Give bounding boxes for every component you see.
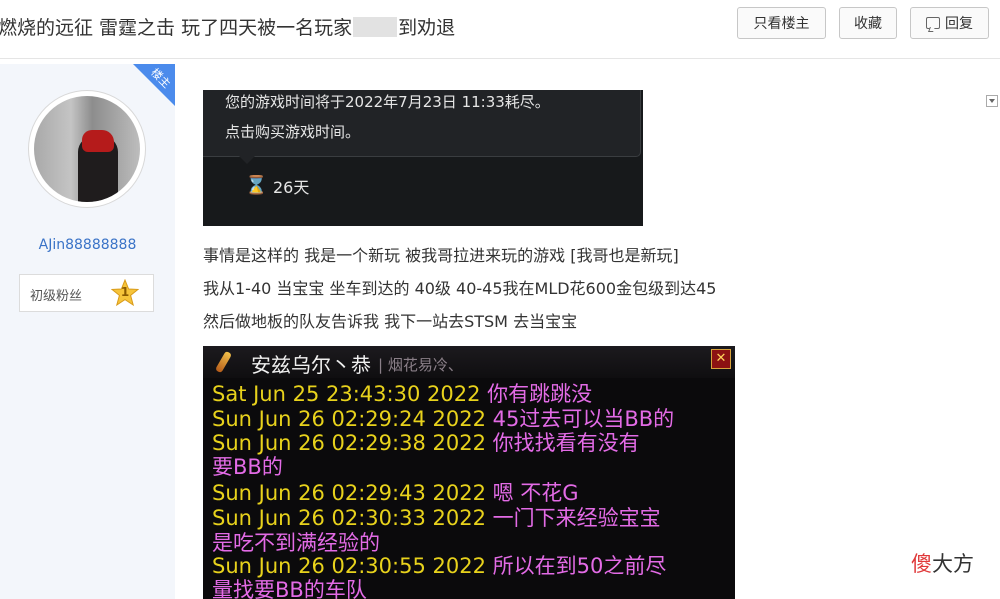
author-name-link[interactable]: AJin88888888 bbox=[0, 237, 175, 253]
remaining-days: 26天 bbox=[273, 178, 310, 197]
tooltip-line-2: 点击购买游戏时间。 bbox=[225, 123, 361, 141]
game-time-screenshot: 您的游戏时间将于2022年7月23日 11:33耗尽。 点击购买游戏时间。 ⌛ … bbox=[203, 90, 643, 226]
post-paragraph: 我从1-40 当宝宝 坐车到达的 40级 40-45我在MLD花600金包级到达… bbox=[203, 279, 717, 298]
chat-message: 是吃不到满经验的 bbox=[212, 531, 380, 555]
chat-line: 要BB的 bbox=[212, 455, 283, 479]
thread-title: 燃烧的远征 雷霆之击 玩了四天被一名玩家 到劝退 bbox=[0, 13, 455, 40]
post-paragraph: 然后做地板的队友告诉我 我下一站去STSM 去当宝宝 bbox=[203, 312, 578, 331]
post-paragraph: 事情是这样的 我是一个新玩 被我哥拉进来玩的游戏 [我哥也是新玩] bbox=[203, 246, 679, 265]
chat-line: Sun Jun 26 02:29:24 2022 45过去可以当BB的 bbox=[212, 407, 674, 431]
chat-line: 量找要BB的车队 bbox=[212, 578, 367, 599]
redacted-name bbox=[353, 17, 398, 37]
owner-only-button[interactable]: 只看楼主 bbox=[737, 7, 826, 39]
chat-line: Sun Jun 26 02:29:38 2022 你找找看有没有 bbox=[212, 431, 640, 455]
watermark: 傻大方 bbox=[911, 548, 974, 578]
chat-message: 一门下来经验宝宝 bbox=[492, 506, 661, 530]
game-time-tooltip: 您的游戏时间将于2022年7月23日 11:33耗尽。 点击购买游戏时间。 bbox=[203, 90, 641, 157]
fan-level-badge[interactable]: 初级粉丝 1 bbox=[19, 274, 154, 312]
chat-message: 你找找看有没有 bbox=[492, 431, 640, 455]
avatar[interactable] bbox=[29, 91, 145, 207]
chat-timestamp: Sat Jun 25 23:43:30 2022 bbox=[212, 382, 488, 406]
chat-message: 你有跳跳没 bbox=[487, 382, 593, 406]
reply-icon bbox=[926, 17, 940, 29]
thread-header: 燃烧的远征 雷霆之击 玩了四天被一名玩家 到劝退 只看楼主 收藏 回复 bbox=[0, 0, 1000, 59]
reply-button[interactable]: 回复 bbox=[910, 7, 989, 39]
avatar-photo bbox=[34, 96, 140, 202]
fan-level-number: 1 bbox=[120, 285, 130, 299]
tooltip-line-1: 您的游戏时间将于2022年7月23日 11:33耗尽。 bbox=[225, 93, 550, 111]
thread-title-end: 到劝退 bbox=[398, 17, 456, 39]
chat-timestamp: Sun Jun 26 02:29:24 2022 bbox=[212, 407, 493, 431]
chat-timestamp: Sun Jun 26 02:29:38 2022 bbox=[212, 431, 493, 455]
favorite-button[interactable]: 收藏 bbox=[839, 7, 897, 39]
chat-timestamp: Sun Jun 26 02:29:43 2022 bbox=[212, 481, 493, 505]
fan-level-label: 初级粉丝 bbox=[30, 289, 83, 304]
chat-line: Sun Jun 26 02:30:33 2022 一门下来经验宝宝 bbox=[212, 506, 661, 530]
chat-message: 45过去可以当BB的 bbox=[492, 407, 675, 431]
chat-line: Sat Jun 25 23:43:30 2022 你有跳跳没 bbox=[212, 382, 592, 406]
reply-label: 回复 bbox=[945, 16, 973, 32]
chat-message: 嗯 不花G bbox=[492, 481, 579, 505]
owner-badge: 楼主 bbox=[133, 64, 175, 106]
watermark-part-1: 傻 bbox=[911, 552, 932, 576]
chat-message: 量找要BB的车队 bbox=[212, 578, 367, 599]
chat-sender-name: 安兹乌尔丶恭 bbox=[251, 353, 371, 377]
hourglass-icon: ⌛ bbox=[245, 175, 268, 196]
chat-message: 要BB的 bbox=[212, 455, 283, 479]
watermark-part-2: 大方 bbox=[932, 552, 974, 576]
chat-screenshot: 安兹乌尔丶恭 | 烟花易冷、 ✕ Sat Jun 25 23:43:30 202… bbox=[203, 346, 735, 599]
thread-title-start: 燃烧的远征 雷霆之击 玩了四天被一名玩家 bbox=[0, 17, 353, 39]
chat-timestamp: Sun Jun 26 02:30:33 2022 bbox=[212, 506, 493, 530]
chat-faint-text: | 烟花易冷、 bbox=[378, 356, 463, 374]
chat-line: 是吃不到满经验的 bbox=[212, 531, 380, 555]
chat-timestamp: Sun Jun 26 02:30:55 2022 bbox=[212, 554, 493, 578]
close-icon: ✕ bbox=[711, 349, 731, 369]
chat-line: Sun Jun 26 02:30:55 2022 所以在到50之前尽 bbox=[212, 554, 666, 578]
chevron-down-icon[interactable] bbox=[986, 95, 998, 107]
chat-line: Sun Jun 26 02:29:43 2022 嗯 不花G bbox=[212, 481, 579, 505]
chat-message: 所以在到50之前尽 bbox=[492, 554, 667, 578]
